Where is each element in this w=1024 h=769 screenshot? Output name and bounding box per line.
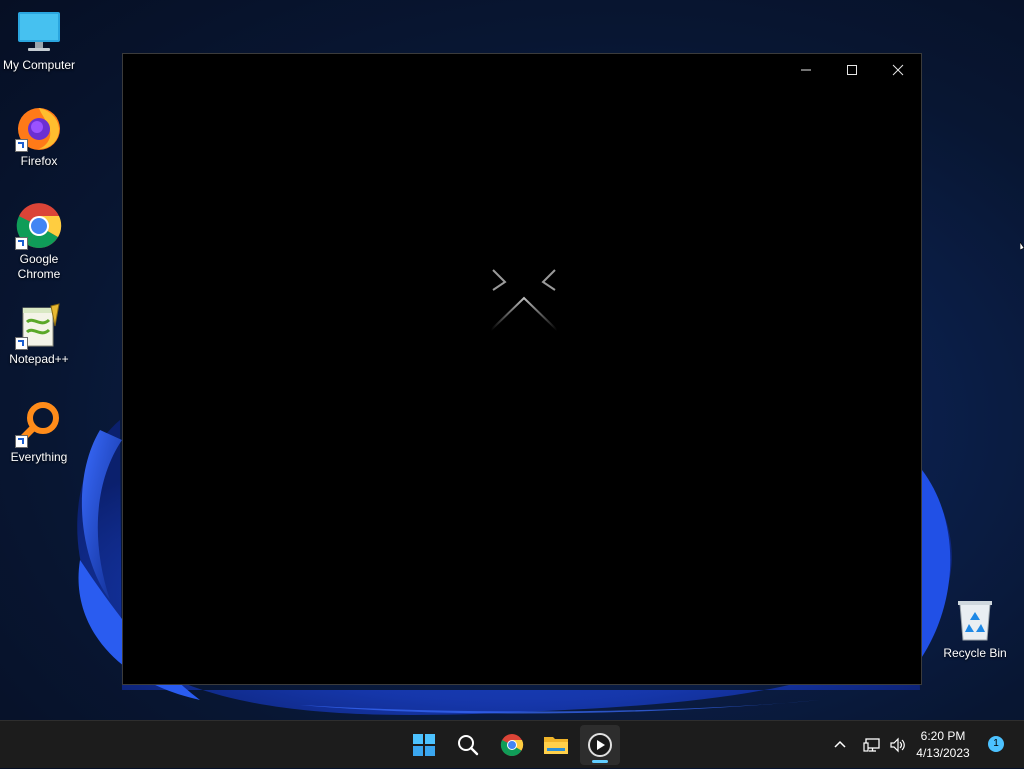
desktop-icon-google-chrome[interactable]: Google Chrome: [0, 202, 78, 282]
desktop-icon-label: My Computer: [2, 58, 76, 72]
chrome-icon: [15, 202, 63, 250]
shortcut-arrow-icon: [15, 237, 28, 250]
volume-button[interactable]: [886, 721, 910, 769]
media-player-icon: [588, 733, 612, 757]
taskbar-media-player-button[interactable]: [580, 725, 620, 765]
minimize-icon: [801, 69, 811, 71]
mouse-cursor-icon: [1019, 241, 1024, 263]
close-icon: [892, 64, 904, 76]
desktop-icon-my-computer[interactable]: My Computer: [0, 8, 78, 73]
taskbar-file-explorer-button[interactable]: [536, 725, 576, 765]
firefox-icon: [15, 104, 63, 152]
taskbar-start-button[interactable]: [404, 725, 444, 765]
shortcut-arrow-icon: [15, 435, 28, 448]
search-icon: [458, 735, 479, 756]
clock-time: 6:20 PM: [920, 729, 966, 743]
desktop-icon-firefox[interactable]: Firefox: [0, 104, 78, 169]
taskbar-clock[interactable]: 6:20 PM 4/13/2023: [908, 728, 978, 762]
tray-overflow-button[interactable]: [828, 721, 852, 769]
shortcut-arrow-icon: [15, 337, 28, 350]
splash-logo: [489, 268, 559, 339]
taskbar: 6:20 PM 4/13/2023 1: [0, 720, 1024, 768]
desktop-icon-label: Notepad++: [9, 352, 69, 366]
taskbar-search-button[interactable]: [448, 725, 488, 765]
volume-icon: [890, 737, 905, 753]
chevron-up-icon: [834, 740, 846, 748]
desktop-icon-everything[interactable]: Everything: [0, 400, 78, 465]
active-app-indicator: [592, 760, 608, 763]
desktop-icon-recycle-bin[interactable]: Recycle Bin: [936, 596, 1014, 661]
taskbar-chrome-button[interactable]: [492, 725, 532, 765]
x-logo-icon: [490, 269, 558, 331]
desktop-icon-label: Everything: [10, 450, 68, 464]
shortcut-arrow-icon: [15, 139, 28, 152]
chrome-icon: [500, 734, 524, 756]
notification-badge[interactable]: 1: [988, 736, 1004, 752]
maximize-button[interactable]: [829, 54, 875, 86]
recycle-bin-icon: [951, 596, 999, 644]
desktop-icon-label: Google Chrome: [17, 252, 61, 281]
desktop-icon-notepadpp[interactable]: Notepad++: [0, 302, 78, 367]
network-button[interactable]: [860, 721, 884, 769]
everything-search-icon: [15, 400, 63, 448]
windows-start-icon: [413, 734, 435, 756]
notepadpp-icon: [15, 302, 63, 350]
maximize-icon: [847, 65, 857, 75]
close-button[interactable]: [875, 54, 921, 86]
monitor-icon: [15, 8, 63, 56]
network-icon: [863, 738, 880, 752]
minimize-button[interactable]: [783, 54, 829, 86]
app-window[interactable]: [122, 53, 922, 685]
folder-icon: [544, 737, 568, 754]
desktop-icon-label: Recycle Bin: [943, 646, 1007, 660]
clock-date: 4/13/2023: [916, 746, 970, 760]
desktop-icon-label: Firefox: [20, 154, 58, 168]
